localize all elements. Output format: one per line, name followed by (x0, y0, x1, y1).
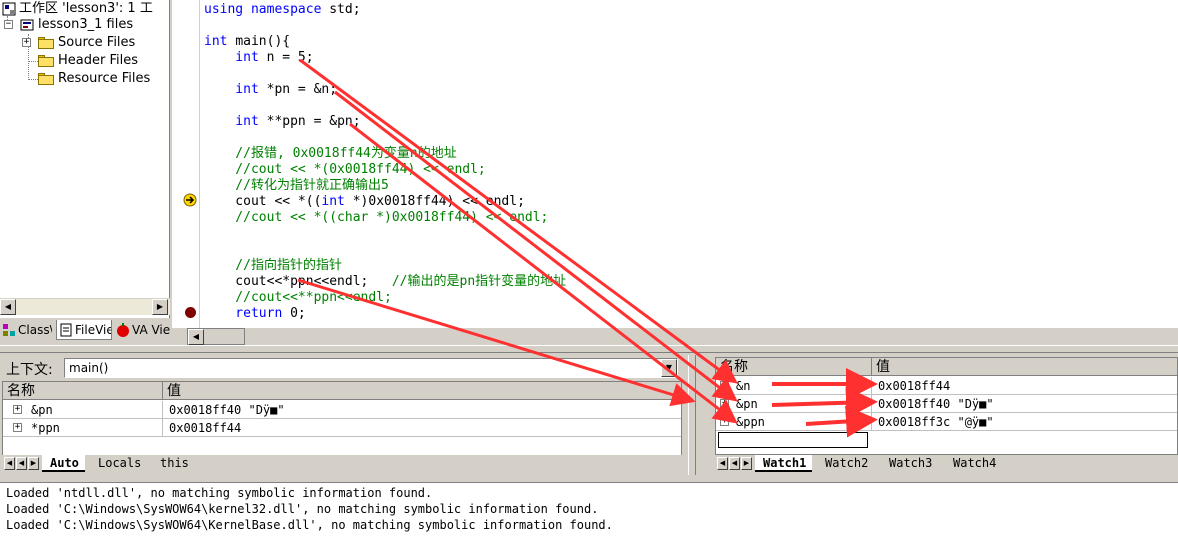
output-line: Loaded 'C:\Windows\SysWOW64\kernel32.dll… (6, 502, 599, 516)
scroll-left-icon[interactable]: ◀ (188, 329, 204, 345)
code-editor[interactable]: using namespace std; int main(){ int n =… (200, 0, 1178, 328)
tree-item-label: Source Files (58, 35, 136, 50)
tab-first-icon[interactable]: ◀ (717, 457, 728, 470)
context-select[interactable]: main() ▼ (64, 358, 678, 378)
editor-horizontal-scrollbar[interactable]: ◀ (187, 328, 245, 345)
variables-grid-header: 名称 值 (3, 382, 681, 400)
tab-prev-icon[interactable]: ◀ (16, 457, 27, 470)
expand-icon[interactable]: + (22, 38, 31, 47)
folder-icon (38, 37, 54, 49)
current-statement-arrow-icon (183, 193, 197, 207)
tree-item-label: Header Files (58, 53, 138, 68)
column-header-name[interactable]: 名称 (716, 358, 872, 376)
tab-label: Class\ (18, 323, 52, 337)
code-line: //cout << *((char *)0x0018ff44) << endl; (204, 210, 549, 225)
classview-icon (3, 324, 15, 336)
tab-label: VA Vie (132, 323, 170, 337)
editor-gutter[interactable] (172, 0, 200, 328)
watch-grid: 名称 值 + &n 0x0018ff44 + &pn 0x0018ff40 "D… (715, 357, 1178, 455)
code-line: //指向指针的指针 (204, 258, 342, 273)
folder-icon (38, 55, 54, 67)
tab-fileview[interactable]: FileVie (56, 320, 112, 340)
vaview-icon (117, 323, 129, 337)
context-value: main() (69, 361, 109, 375)
scroll-right-icon[interactable]: ▶ (152, 299, 168, 315)
tab-watch4[interactable]: Watch4 (945, 455, 1002, 472)
tab-locals[interactable]: Locals (90, 455, 147, 472)
table-row[interactable]: + &pn 0x0018ff40 "Dÿ■" (716, 395, 1177, 413)
breakpoint-icon (185, 307, 196, 318)
table-row[interactable]: + &n 0x0018ff44 (716, 377, 1177, 395)
column-header-value[interactable]: 值 (163, 382, 681, 400)
workspace-icon (2, 2, 16, 16)
tab-this[interactable]: this (152, 455, 195, 472)
tab-watch2[interactable]: Watch2 (817, 455, 874, 472)
context-label: 上下文: (6, 362, 53, 378)
output-line: Loaded 'ntdll.dll', no matching symbolic… (6, 486, 433, 500)
project-icon (20, 19, 34, 31)
output-line: Loaded 'C:\Windows\SysWOW64\KernelBase.d… (6, 518, 613, 532)
collapse-icon[interactable]: − (4, 20, 13, 29)
watch-value: 0x0018ff40 "Dÿ■" (878, 397, 994, 411)
code-line: return 0; (204, 306, 306, 321)
chevron-down-icon[interactable]: ▼ (661, 359, 677, 377)
pane-splitter[interactable] (0, 345, 1178, 353)
tab-vaview[interactable]: VA Vie (114, 320, 170, 340)
watch-tabbar: ◀ ◀ ▶ Watch1 Watch2 Watch3 Watch4 (715, 455, 1178, 473)
tab-classview[interactable]: Class\ (0, 320, 52, 340)
tree-item-label: Resource Files (58, 71, 151, 86)
variable-name: &pn (3, 401, 163, 419)
tab-next-icon[interactable]: ▶ (741, 457, 752, 470)
watch-pane: 名称 值 + &n 0x0018ff44 + &pn 0x0018ff40 "D… (697, 355, 1178, 475)
watch-value: 0x0018ff44 (878, 379, 951, 393)
folder-icon (38, 73, 54, 85)
watch-value: 0x0018ff3c "@ÿ■" (878, 415, 994, 429)
watch-name: &ppn (716, 413, 872, 431)
watch-name: &pn (716, 395, 872, 413)
tab-watch1[interactable]: Watch1 (755, 455, 813, 472)
workspace-tree: 工作区 'lesson3': 1 工 − lesson3_1 files + S… (0, 0, 170, 318)
code-line: //报错, 0x0018ff44为变量n的地址 (204, 146, 457, 161)
tab-prev-icon[interactable]: ◀ (729, 457, 740, 470)
pane-splitter-vertical[interactable] (688, 355, 696, 475)
fileview-icon (60, 323, 72, 337)
tab-next-icon[interactable]: ▶ (28, 457, 39, 470)
code-line: //cout<<**ppn<<endl; (204, 290, 392, 305)
variable-value: 0x0018ff44 (169, 421, 242, 435)
code-line: cout<<*ppn<<endl; //输出的是pn指针变量的地址 (204, 274, 567, 289)
column-header-value[interactable]: 值 (872, 358, 1177, 376)
column-header-name[interactable]: 名称 (3, 382, 163, 400)
code-line: int main(){ (204, 34, 291, 49)
watch-name: &n (716, 377, 872, 395)
watch-new-entry-input[interactable] (718, 432, 868, 448)
tab-label: FileVie (75, 323, 112, 337)
workspace-tabs: Class\ FileVie VA Vie (0, 318, 170, 342)
variables-pane: 上下文: main() ▼ 名称 值 + &pn 0x0018ff40 "Dÿ■… (0, 355, 688, 475)
code-line: int n = 5; (204, 50, 314, 65)
code-line: int **ppn = &pn; (204, 114, 361, 129)
project-label: lesson3_1 files (38, 17, 134, 32)
scroll-left-icon[interactable]: ◀ (0, 299, 16, 315)
variables-tabbar: ◀ ◀ ▶ Auto Locals this (2, 455, 682, 473)
code-line: using namespace std; (204, 2, 361, 17)
code-line: //cout << *(0x0018ff44) << endl; (204, 162, 486, 177)
code-line: cout << *((int *)0x0018ff44) << endl; (204, 194, 525, 209)
tab-first-icon[interactable]: ◀ (4, 457, 15, 470)
output-pane[interactable]: Loaded 'ntdll.dll', no matching symbolic… (0, 482, 1178, 537)
code-line: int *pn = &n; (204, 82, 338, 97)
variable-name: *ppn (3, 419, 163, 437)
table-row[interactable]: + *ppn 0x0018ff44 (3, 419, 681, 437)
variables-grid: 名称 值 + &pn 0x0018ff40 "Dÿ■" + *ppn 0x001… (2, 381, 682, 457)
tab-watch3[interactable]: Watch3 (881, 455, 938, 472)
table-row[interactable]: + &ppn 0x0018ff3c "@ÿ■" (716, 413, 1177, 431)
watch-grid-header: 名称 值 (716, 358, 1177, 376)
code-line: //转化为指针就正确输出5 (204, 178, 389, 193)
workspace-horizontal-scrollbar[interactable]: ◀ ▶ (0, 298, 170, 315)
variable-value: 0x0018ff40 "Dÿ■" (169, 403, 285, 417)
tab-auto[interactable]: Auto (42, 455, 85, 472)
watch-empty-row[interactable] (716, 431, 1177, 449)
table-row[interactable]: + &pn 0x0018ff40 "Dÿ■" (3, 401, 681, 419)
